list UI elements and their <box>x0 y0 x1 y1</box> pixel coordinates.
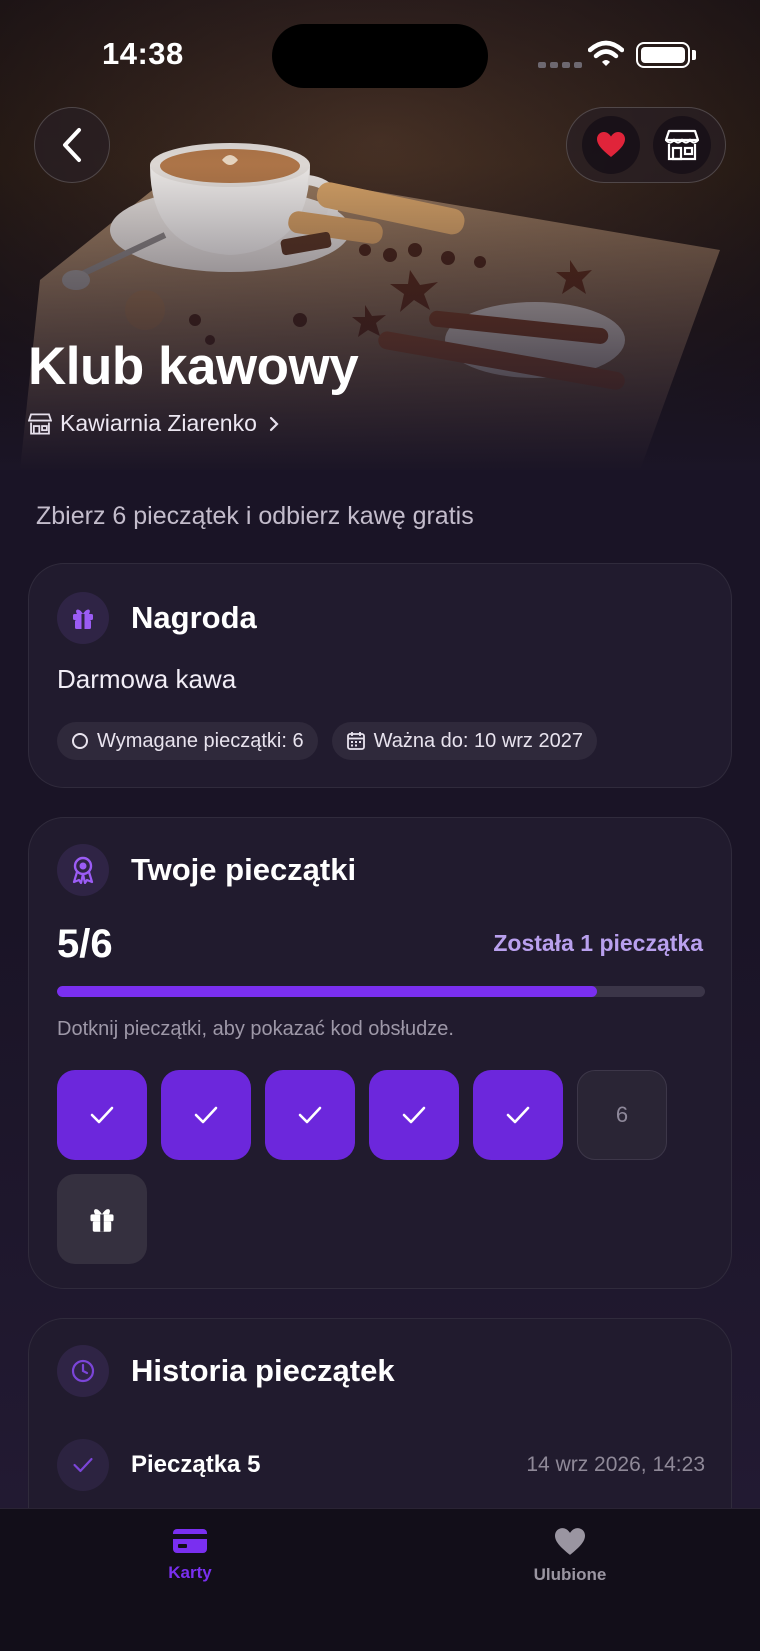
stamps-grid: 6 <box>57 1070 697 1264</box>
checkmark-icon <box>298 1106 322 1124</box>
chip-label: Ważna do: 10 wrz 2027 <box>373 729 583 752</box>
progress-fill <box>57 986 597 997</box>
checkmark-icon <box>194 1106 218 1124</box>
valid-until-chip: Ważna do: 10 wrz 2027 <box>331 722 597 760</box>
stamps-count: 5/6 <box>57 922 113 966</box>
stamp-5[interactable] <box>473 1070 563 1160</box>
chevron-right-icon <box>269 416 279 432</box>
stamps-hint: Dotknij pieczątki, aby pokazać kod obsłu… <box>57 1018 454 1040</box>
checkmark-icon <box>506 1106 530 1124</box>
clock-icon <box>57 1345 109 1397</box>
shop-link[interactable]: Kawiarnia Ziarenko <box>28 410 279 437</box>
store-icon <box>28 412 52 435</box>
heart-icon <box>555 1528 585 1555</box>
screen: 14:38 Klub kawowy Kawiarnia Ziarenko Zbi… <box>0 0 760 1651</box>
required-stamps-chip: Wymagane pieczątki: 6 <box>57 722 318 760</box>
cellular-signal-icon <box>538 62 582 68</box>
tab-bar: Karty Ulubione <box>0 1508 760 1651</box>
checkmark-icon <box>90 1106 114 1124</box>
stamp-2[interactable] <box>161 1070 251 1160</box>
shop-name: Kawiarnia Ziarenko <box>60 410 257 436</box>
checkmark-icon <box>57 1439 109 1491</box>
stamp-number: 6 <box>615 1102 629 1127</box>
stamps-remaining: Została 1 pieczątka <box>493 930 703 956</box>
tab-favorites[interactable]: Ulubione <box>470 1527 670 1585</box>
stamp-3[interactable] <box>265 1070 355 1160</box>
favorite-button[interactable] <box>581 116 640 174</box>
dynamic-island <box>272 24 488 88</box>
history-title: Historia pieczątek <box>131 1353 395 1388</box>
heart-icon <box>596 132 625 157</box>
tab-label: Karty <box>168 1563 212 1582</box>
status-time: 14:38 <box>102 36 184 71</box>
calendar-icon <box>346 731 366 751</box>
award-icon <box>57 844 109 896</box>
gift-icon <box>90 1209 114 1232</box>
stamp-1[interactable] <box>57 1070 147 1160</box>
header-actions <box>566 107 726 183</box>
reward-name: Darmowa kawa <box>57 664 237 694</box>
circle-icon <box>71 732 89 750</box>
store-icon <box>664 129 699 161</box>
stamps-card: Twoje pieczątki 5/6 Została 1 pieczątka … <box>28 817 732 1289</box>
history-item-date: 14 wrz 2026, 14:23 <box>526 1453 705 1476</box>
reward-stamp[interactable] <box>57 1174 147 1264</box>
reward-chips: Wymagane pieczątki: 6 Ważna do: 10 wrz 2… <box>57 722 597 760</box>
gift-icon <box>57 592 109 644</box>
card-icon <box>173 1529 207 1553</box>
stamp-6[interactable]: 6 <box>577 1070 667 1160</box>
history-item: Pieczątka 5 14 wrz 2026, 14:23 <box>57 1439 705 1491</box>
status-bar: 14:38 <box>0 0 760 110</box>
card-description: Zbierz 6 pieczątek i odbierz kawę gratis <box>36 502 474 530</box>
stamps-progress-bar <box>57 986 705 997</box>
wifi-icon <box>588 40 624 66</box>
battery-icon <box>636 42 690 68</box>
reward-card: Nagroda Darmowa kawa Wymagane pieczątki:… <box>28 563 732 788</box>
back-button[interactable] <box>34 107 110 183</box>
reward-title: Nagroda <box>131 600 257 635</box>
tab-label: Ulubione <box>533 1565 607 1584</box>
history-item-label: Pieczątka 5 <box>131 1451 261 1478</box>
stamp-4[interactable] <box>369 1070 459 1160</box>
chevron-left-icon <box>63 128 81 162</box>
page-title: Klub kawowy <box>28 337 359 396</box>
chip-label: Wymagane pieczątki: 6 <box>97 729 304 752</box>
checkmark-icon <box>402 1106 426 1124</box>
stamps-title: Twoje pieczątki <box>131 852 357 887</box>
tab-cards[interactable]: Karty <box>90 1527 290 1583</box>
store-button[interactable] <box>652 116 711 174</box>
